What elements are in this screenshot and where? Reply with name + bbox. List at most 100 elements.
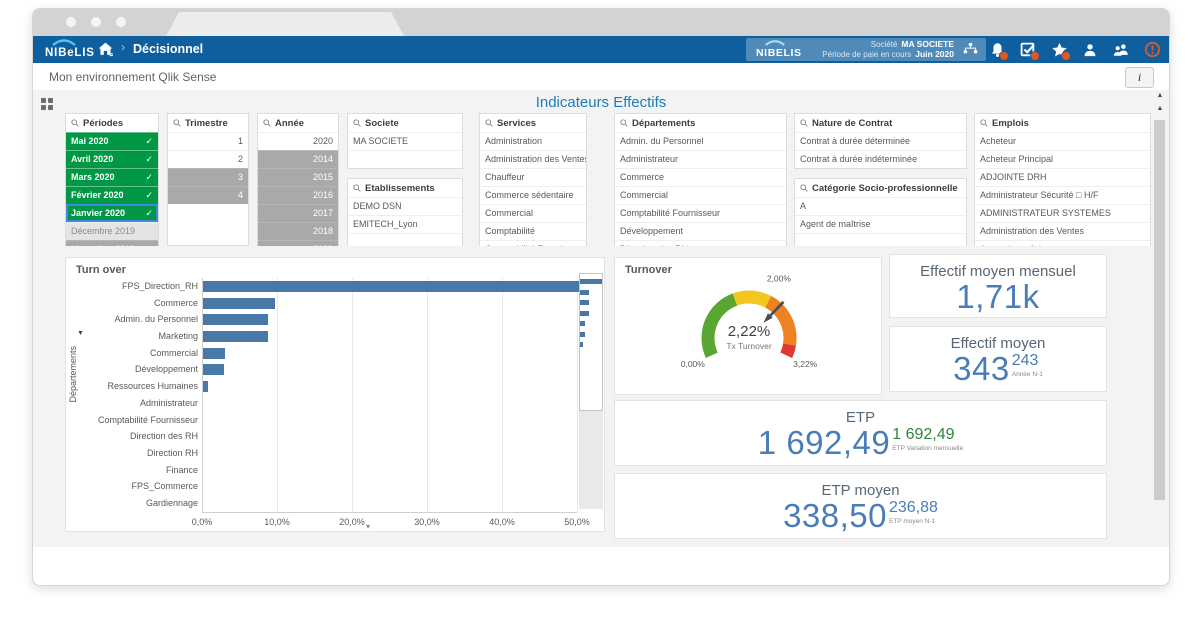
- listbox-header[interactable]: Emplois: [975, 114, 1150, 132]
- bar-label[interactable]: Admin. du Personnel: [86, 314, 198, 324]
- company-context-panel[interactable]: NIBELIS SociétéMA SOCIETE Période de pai…: [746, 38, 986, 61]
- listbox-header[interactable]: Départements: [615, 114, 786, 132]
- filter-item[interactable]: Commerce: [615, 168, 786, 186]
- bar[interactable]: [203, 381, 208, 392]
- filter-item[interactable]: 2016: [258, 186, 338, 204]
- filter-item[interactable]: EMITECH_Lyon: [348, 215, 462, 233]
- filter-item[interactable]: Direction des RH: [615, 240, 786, 246]
- filter-item[interactable]: 2018: [258, 222, 338, 240]
- filter-item[interactable]: Mai 2020✓: [66, 132, 158, 150]
- filter-item[interactable]: 2015: [258, 168, 338, 186]
- filter-item[interactable]: 2020: [258, 132, 338, 150]
- filter-item[interactable]: 2014: [258, 150, 338, 168]
- bar-label[interactable]: Direction des RH: [86, 431, 198, 441]
- filter-item[interactable]: [348, 150, 462, 168]
- filter-item[interactable]: ADMINISTRATEUR SYSTEMES: [975, 204, 1150, 222]
- filter-item[interactable]: Comptabilité Fournisseur: [480, 240, 586, 246]
- filter-item[interactable]: ADJOINTE DRH: [975, 168, 1150, 186]
- chart-minimap[interactable]: [579, 273, 603, 509]
- filter-item[interactable]: Chauffeur: [480, 168, 586, 186]
- bar[interactable]: [203, 281, 585, 292]
- bar-label[interactable]: FPS_Commerce: [86, 481, 198, 491]
- filter-item[interactable]: Admin. du Personnel: [615, 132, 786, 150]
- filter-item[interactable]: Contrat à durée indéterminée: [795, 150, 966, 168]
- window-control-dot[interactable]: [91, 17, 101, 27]
- filter-item[interactable]: Comptabilité: [480, 222, 586, 240]
- bar-label[interactable]: Direction RH: [86, 448, 198, 458]
- filter-item[interactable]: MA SOCIETE: [348, 132, 462, 150]
- kpi-etp[interactable]: ETP 1 692,49 1 692,49ETP Variation mensu…: [614, 400, 1107, 466]
- alert-icon[interactable]: [1143, 41, 1161, 59]
- bar-label[interactable]: Commercial: [86, 348, 198, 358]
- listbox-header[interactable]: Etablissements: [348, 179, 462, 197]
- filter-item[interactable]: Administrateur: [615, 150, 786, 168]
- filter-item[interactable]: 1: [168, 132, 248, 150]
- bar-label[interactable]: Marketing: [86, 331, 198, 341]
- filter-item[interactable]: 4: [168, 186, 248, 204]
- window-control-dot[interactable]: [116, 17, 126, 27]
- listbox-header[interactable]: Services: [480, 114, 586, 132]
- listbox-header[interactable]: Périodes: [66, 114, 158, 132]
- filter-item[interactable]: A: [795, 197, 966, 215]
- org-chart-icon[interactable]: [962, 41, 979, 62]
- bar[interactable]: [203, 348, 225, 359]
- filter-item[interactable]: Acheteur: [975, 132, 1150, 150]
- listbox-header[interactable]: Année: [258, 114, 338, 132]
- filter-item[interactable]: 2017: [258, 204, 338, 222]
- kpi-effectif-moyen-mensuel[interactable]: Effectif moyen mensuel 1,71k: [889, 254, 1107, 318]
- filter-item[interactable]: Développement: [615, 222, 786, 240]
- star-icon[interactable]: [1050, 41, 1068, 59]
- bar-label[interactable]: Développement: [86, 364, 198, 374]
- scroll-up-icon[interactable]: ▲: [1153, 105, 1167, 112]
- filter-item[interactable]: Contrat à durée déterminée: [795, 132, 966, 150]
- bar-label[interactable]: Commerce: [86, 298, 198, 308]
- home-icon[interactable]: [97, 41, 115, 58]
- info-button[interactable]: i: [1125, 67, 1154, 88]
- filter-item[interactable]: Mars 2020✓: [66, 168, 158, 186]
- window-control-dot[interactable]: [66, 17, 76, 27]
- filter-item[interactable]: Administration des Ventes: [480, 150, 586, 168]
- bar-label[interactable]: Administrateur: [86, 398, 198, 408]
- users-icon[interactable]: [1112, 41, 1130, 59]
- filter-item[interactable]: [795, 233, 966, 246]
- filter-item[interactable]: Acheteur Principal: [975, 150, 1150, 168]
- bar[interactable]: [203, 314, 268, 325]
- filter-item[interactable]: 2: [168, 150, 248, 168]
- filter-item[interactable]: 2019: [258, 240, 338, 246]
- bar-label[interactable]: Finance: [86, 465, 198, 475]
- nibelis-logo[interactable]: NIBeLIS: [45, 38, 105, 61]
- bar[interactable]: [203, 364, 224, 375]
- filter-item[interactable]: Agent de maîtrise: [795, 215, 966, 233]
- browser-tab[interactable]: [166, 12, 404, 36]
- listbox-header[interactable]: Nature de Contrat: [795, 114, 966, 132]
- filter-item[interactable]: [348, 233, 462, 246]
- user-icon[interactable]: [1081, 41, 1099, 59]
- filter-item[interactable]: Administrateur Sécurité □ H/F: [975, 186, 1150, 204]
- filter-item[interactable]: Commercial: [480, 204, 586, 222]
- filter-item[interactable]: Novembre 2019: [66, 240, 158, 246]
- filter-item[interactable]: Janvier 2020✓: [66, 204, 158, 222]
- chart-y-axis-label[interactable]: Départements: [68, 346, 78, 403]
- filter-item[interactable]: Administration: [480, 132, 586, 150]
- bar[interactable]: [203, 298, 275, 309]
- filter-item[interactable]: Agent de maîtrise: [975, 240, 1150, 246]
- bar-label[interactable]: FPS_Direction_RH: [86, 281, 198, 291]
- filter-item[interactable]: Février 2020✓: [66, 186, 158, 204]
- kpi-etp-moyen[interactable]: ETP moyen 338,50 236,88ETP moyen N-1: [614, 473, 1107, 539]
- bar-label[interactable]: Comptabilité Fournisseur: [86, 415, 198, 425]
- bar-label[interactable]: Gardiennage: [86, 498, 198, 508]
- breadcrumb[interactable]: Décisionnel: [133, 42, 203, 56]
- listbox-header[interactable]: Societe: [348, 114, 462, 132]
- filter-item[interactable]: Avril 2020✓: [66, 150, 158, 168]
- filter-item[interactable]: 3: [168, 168, 248, 186]
- bar[interactable]: [203, 331, 268, 342]
- listbox-header[interactable]: Trimestre: [168, 114, 248, 132]
- filter-item[interactable]: DEMO DSN: [348, 197, 462, 215]
- tasks-icon[interactable]: [1019, 41, 1037, 59]
- dimension-dropdown-icon[interactable]: ▼: [77, 330, 84, 337]
- listbox-header[interactable]: Catégorie Socio-professionnelle: [795, 179, 966, 197]
- bell-icon[interactable]: [988, 41, 1006, 59]
- kpi-effectif-moyen[interactable]: Effectif moyen 343 243Année N-1: [889, 326, 1107, 392]
- bar-label[interactable]: Ressources Humaines: [86, 381, 198, 391]
- filter-item[interactable]: Comptabilité Fournisseur: [615, 204, 786, 222]
